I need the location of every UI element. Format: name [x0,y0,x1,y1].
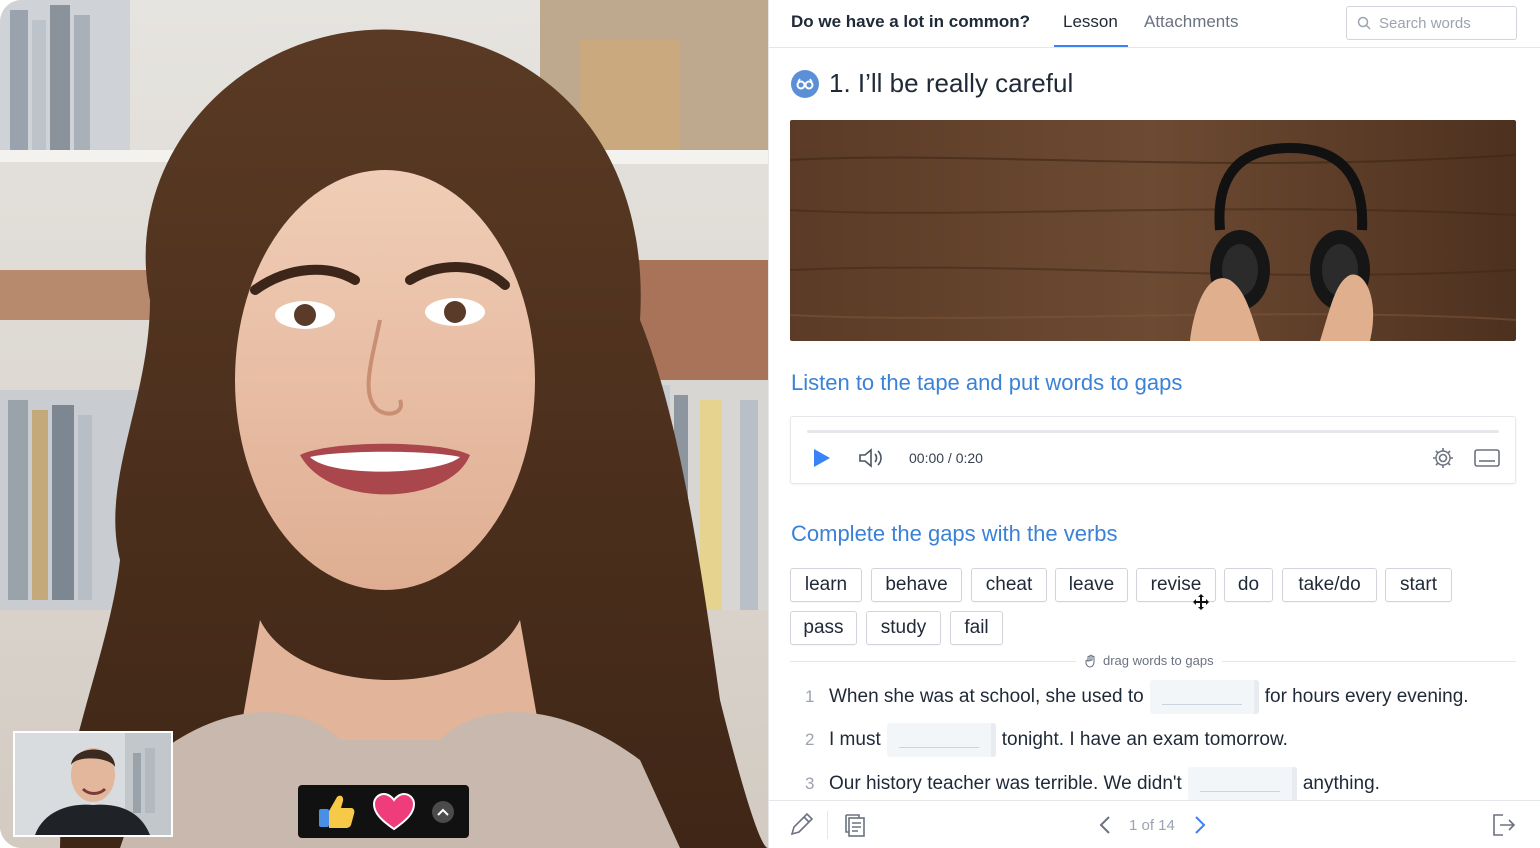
lesson-panel: Do we have a lot in common? Lesson Attac… [768,0,1540,848]
video-scene [0,0,768,848]
sentence-text-before: I must [829,729,881,750]
next-page-button[interactable] [1193,816,1207,839]
app-frame: Do we have a lot in common? Lesson Attac… [0,0,1540,848]
footer-divider [827,811,828,839]
draw-button[interactable] [789,812,815,842]
exit-lesson-button[interactable] [1491,813,1517,842]
search-icon [1357,16,1371,30]
sentence-text-before: When she was at school, she used to [829,686,1144,707]
word-chip[interactable]: leave [1055,568,1128,602]
audio-player: 00:00 / 0:20 [790,416,1516,484]
pencil-icon [790,812,814,836]
sentence-number: 2 [805,730,815,749]
play-icon [814,449,830,467]
search-box[interactable] [1346,6,1517,40]
volume-icon [859,448,882,468]
lesson-content: 1. I’ll be really careful Listen to the … [769,48,1540,800]
thumbs-up-reaction-button[interactable] [312,788,360,836]
hint-text: drag words to gaps [1103,653,1214,668]
move-cursor-icon [1193,594,1209,610]
sentence-text-after: anything. [1302,773,1380,794]
subtitles-button[interactable] [1474,449,1500,472]
volume-button[interactable] [858,447,884,474]
gap-drop-zone[interactable] [1149,680,1259,714]
self-view-video[interactable] [13,731,173,837]
chevron-right-icon [1195,816,1206,834]
tab-lesson[interactable]: Lesson [1063,12,1118,32]
gap-drop-zone[interactable] [886,723,996,757]
lesson-topbar: Do we have a lot in common? Lesson Attac… [769,0,1540,48]
word-chip[interactable]: study [866,611,941,645]
reaction-bar [298,785,469,838]
sentence-text-after: tonight. I have an exam tomorrow. [1001,729,1288,750]
glasses-icon [791,69,819,98]
hint-label-wrap: drag words to gaps [1076,653,1222,668]
heart-icon [372,792,416,830]
audio-progress-track[interactable] [807,430,1499,433]
tab-attachments[interactable]: Attachments [1144,12,1239,32]
chevron-up-icon [437,808,449,816]
sentence-row: 1 When she was at school, she used to fo… [805,680,1469,714]
audio-time: 00:00 / 0:20 [909,450,983,466]
exit-icon [1493,814,1516,836]
active-tab-indicator [1054,45,1128,47]
gear-icon [1433,448,1453,468]
sentence-row: 3 Our history teacher was terrible. We d… [805,767,1380,800]
gap-drop-zone[interactable] [1187,767,1297,800]
previous-page-button[interactable] [1098,816,1112,839]
listen-task-title: Listen to the tape and put words to gaps [791,370,1183,395]
search-input[interactable] [1379,14,1509,32]
word-chip[interactable]: fail [950,611,1003,645]
chevron-left-icon [1099,816,1110,834]
sentence-text-after: for hours every evening. [1264,686,1469,707]
word-chip[interactable]: learn [790,568,862,602]
notes-button[interactable] [843,813,867,842]
headphones-illustration [790,120,1516,341]
sentence-row: 2 I must tonight. I have an exam tomorro… [805,723,1288,757]
sentence-text-before: Our history teacher was terrible. We did… [829,773,1182,794]
gap-task-title: Complete the gaps with the verbs [791,521,1118,546]
lesson-title: Do we have a lot in common? [791,12,1030,31]
subtitles-icon [1474,449,1500,467]
self-view-scene [15,733,171,835]
main-video-feed [0,0,768,848]
headphones-image [790,120,1516,341]
sentence-number: 3 [805,774,815,793]
notes-icon [845,814,865,837]
sentence-number: 1 [805,687,815,706]
word-chip[interactable]: do [1224,568,1273,602]
heart-reaction-button[interactable] [370,788,418,836]
play-button[interactable] [811,448,831,473]
word-chip[interactable]: take/do [1282,568,1377,602]
drag-hint: drag words to gaps [790,651,1516,671]
lesson-footer: 1 of 14 [769,800,1540,848]
word-chip[interactable]: cheat [971,568,1047,602]
page-indicator: 1 of 14 [1129,817,1175,834]
drag-hand-icon [1085,654,1095,668]
section-heading: 1. I’ll be really careful [791,68,1073,99]
audio-settings-button[interactable] [1432,447,1454,474]
word-chip[interactable]: pass [790,611,857,645]
word-chip[interactable]: behave [871,568,962,602]
more-reactions-button[interactable] [432,800,454,823]
word-chip[interactable]: start [1385,568,1452,602]
section-title: 1. I’ll be really careful [829,68,1074,98]
thumbs-up-icon [319,795,355,828]
